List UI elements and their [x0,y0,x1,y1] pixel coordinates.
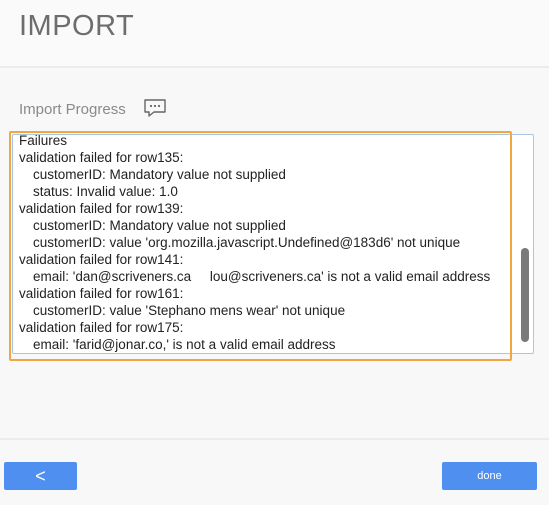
footer-divider [0,438,549,440]
back-button[interactable]: < [4,462,77,490]
log-line: validation failed for row141: [19,252,184,267]
log-line: customerID: value 'Stephano mens wear' n… [33,303,346,318]
import-progress-label: Import Progress [19,101,126,118]
page-header: IMPORT [0,0,549,68]
log-line: status: Invalid value: 1.0 [33,184,178,199]
log-scrollbar-thumb[interactable] [521,248,529,342]
page-title: IMPORT [19,10,135,42]
log-line: email: 'farid@jonar.co,' is not a valid … [33,337,336,352]
done-button[interactable]: done [442,462,537,490]
log-line: customerID: Mandatory value not supplied [33,167,286,182]
import-log-lines: Failures validation failed for row135: cus… [19,134,513,353]
log-line: email: 'dan@scriveners.ca lou@scriveners… [33,269,491,284]
log-line: validation failed for row135: [19,150,184,165]
log-line: customerID: value 'org.mozilla.javascrip… [33,235,461,250]
log-line: customerID: Mandatory value not supplied [33,218,286,233]
log-line: Failures [19,134,68,148]
log-line: validation failed for row175: [19,320,184,335]
log-line: validation failed for row161: [19,286,184,301]
import-log-textarea[interactable]: Failures validation failed for row135: cus… [12,134,534,354]
log-line: validation failed for row139: [19,201,184,216]
chat-bubble-icon[interactable] [143,98,167,118]
